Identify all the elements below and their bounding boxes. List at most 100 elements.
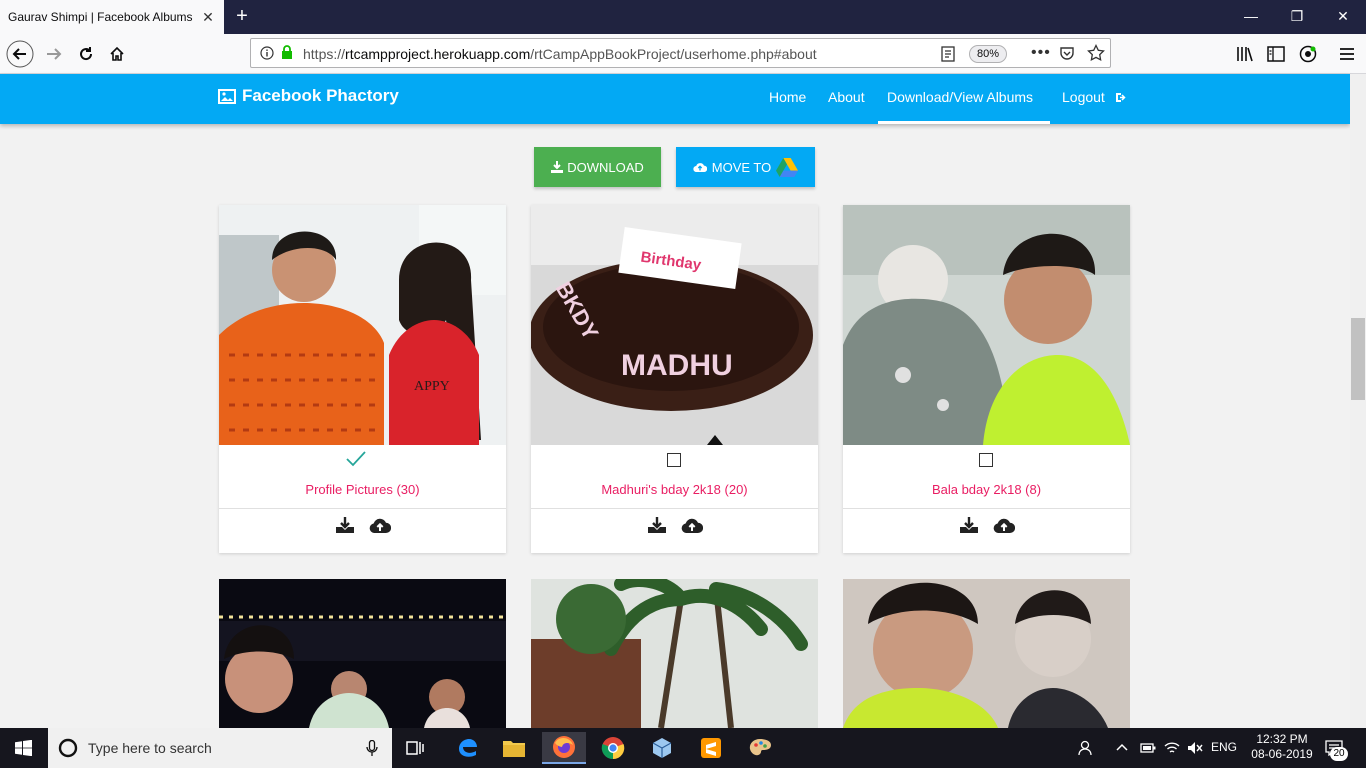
album-card-profile[interactable]: APPY Profile Pictures (30) [219, 205, 506, 553]
url-bar[interactable]: https://rtcampproject.herokuapp.com/rtCa… [250, 38, 1111, 68]
scrollbar-thumb[interactable] [1351, 318, 1365, 400]
folder-icon [503, 741, 525, 757]
nav-logout-link[interactable]: Logout [1062, 89, 1126, 105]
url-text: https://rtcampproject.herokuapp.com/rtCa… [303, 46, 817, 62]
taskbar-firefox[interactable] [542, 732, 586, 764]
sublime-text-icon [701, 738, 721, 758]
url-path: /rtCampAppBookProject/userhome.php#about [530, 46, 817, 62]
cloud-upload-icon [693, 162, 707, 172]
reader-view-icon[interactable] [941, 46, 955, 62]
tab-title: Gaurav Shimpi | Facebook Albums [8, 10, 193, 24]
palm-trees-photo-image [531, 579, 818, 728]
taskbar-edge[interactable] [445, 732, 489, 764]
tab-close-icon[interactable]: ✕ [200, 9, 216, 26]
close-window-button[interactable]: ✕ [1320, 0, 1366, 34]
taskbar-file-explorer[interactable] [492, 732, 536, 764]
cortana-icon [58, 738, 78, 758]
bookmark-star-icon[interactable] [1087, 44, 1105, 62]
album-select-checkbox[interactable] [667, 453, 681, 467]
pocket-icon[interactable] [1059, 45, 1075, 61]
lock-icon [282, 45, 292, 59]
move-to-drive-button[interactable]: MOVE TO [676, 147, 815, 187]
album-actions [843, 517, 1130, 541]
album-cover-photo[interactable] [843, 205, 1130, 445]
nav-home-link[interactable]: Home [769, 89, 806, 105]
back-button[interactable] [4, 38, 36, 70]
album-card-night[interactable] [219, 579, 506, 728]
reload-button[interactable] [70, 38, 102, 70]
download-button[interactable]: DOWNLOAD [534, 147, 661, 187]
battery-icon[interactable] [1140, 742, 1156, 754]
restore-button[interactable]: ❐ [1274, 0, 1320, 34]
microphone-icon[interactable] [366, 740, 378, 757]
zoom-level-badge[interactable]: 80% [969, 45, 1007, 63]
album-title[interactable]: Bala bday 2k18 (8) [843, 482, 1130, 497]
volume-muted-icon[interactable] [1187, 741, 1203, 755]
selfie-photo-image [843, 205, 1130, 445]
search-placeholder: Type here to search [88, 740, 212, 756]
nav-about-link[interactable]: About [828, 89, 865, 105]
taskbar-paint[interactable] [738, 732, 782, 764]
nav-albums-link[interactable]: Download/View Albums [887, 89, 1033, 105]
download-album-icon[interactable] [959, 517, 979, 534]
upload-album-icon[interactable] [369, 517, 391, 534]
minimize-button[interactable]: — [1228, 0, 1274, 34]
task-view-icon [406, 741, 424, 755]
firefox-icon [553, 736, 575, 758]
people-icon[interactable] [1078, 740, 1094, 756]
download-album-icon[interactable] [335, 517, 355, 534]
site-brand[interactable]: Facebook Phactory [218, 86, 399, 106]
task-view-button[interactable] [394, 732, 438, 764]
album-card-trees[interactable] [531, 579, 818, 728]
album-card-bala[interactable]: Bala bday 2k18 (8) [843, 205, 1130, 553]
page-scrollbar[interactable] [1350, 74, 1366, 728]
clock-date: 08-06-2019 [1251, 747, 1313, 761]
upload-album-icon[interactable] [993, 517, 1015, 534]
album-select-checkbox[interactable] [979, 453, 993, 467]
chevron-up-icon[interactable] [1116, 743, 1128, 751]
browser-tab[interactable]: Gaurav Shimpi | Facebook Albums ✕ [0, 0, 224, 34]
browser-titlebar: Gaurav Shimpi | Facebook Albums ✕ + — ❐ … [0, 0, 1366, 34]
windows-start-icon[interactable] [15, 740, 32, 756]
taskbar-chrome[interactable] [591, 732, 635, 764]
info-icon[interactable] [260, 46, 274, 60]
sidebar-icon[interactable] [1267, 46, 1285, 62]
svg-text:APPY: APPY [414, 379, 450, 394]
menu-icon[interactable] [1338, 46, 1356, 62]
album-card-brothers[interactable] [843, 579, 1130, 728]
taskbar-sublime[interactable] [689, 732, 733, 764]
download-album-icon[interactable] [647, 517, 667, 534]
birthday-cake-image: Birthday MADHU BKDY [531, 205, 818, 445]
new-tab-button[interactable]: + [230, 4, 254, 28]
couple-photo-image: APPY [219, 205, 506, 445]
upload-album-icon[interactable] [681, 517, 703, 534]
album-cover-photo[interactable]: APPY [219, 205, 506, 445]
taskbar-clock[interactable]: 12:32 PM 08-06-2019 [1246, 732, 1318, 762]
page-actions-icon[interactable]: ••• [1031, 44, 1051, 62]
wifi-icon[interactable] [1164, 740, 1180, 756]
selected-check-icon[interactable] [345, 449, 367, 469]
home-button[interactable] [101, 38, 133, 70]
album-card-madhuri[interactable]: Birthday MADHU BKDY Madhuri's bday 2k18 … [531, 205, 818, 553]
forward-button[interactable] [38, 38, 70, 70]
album-title[interactable]: Profile Pictures (30) [219, 482, 506, 497]
forward-arrow-icon [47, 48, 62, 60]
library-icon[interactable] [1236, 46, 1254, 62]
edge-icon [459, 739, 477, 757]
card-divider [219, 508, 506, 509]
brothers-selfie-photo-image [843, 579, 1130, 728]
url-prefix: https:// [303, 46, 346, 62]
svg-text:MADHU: MADHU [621, 349, 733, 382]
reload-icon [80, 47, 93, 61]
album-cover-photo[interactable]: Birthday MADHU BKDY [531, 205, 818, 445]
album-title[interactable]: Madhuri's bday 2k18 (20) [531, 482, 818, 497]
language-indicator[interactable]: ENG [1211, 740, 1237, 754]
notification-count-badge: 20 [1330, 747, 1348, 761]
taskbar-virtualbox[interactable] [640, 732, 684, 764]
home-icon [110, 46, 124, 61]
chrome-icon [601, 737, 625, 760]
taskbar-search-box[interactable]: Type here to search [48, 728, 392, 768]
extension-icon[interactable] [1299, 45, 1317, 63]
card-divider [531, 508, 818, 509]
windows-taskbar: Type here to search ENG 12:32 PM 08-06-2… [0, 728, 1366, 768]
